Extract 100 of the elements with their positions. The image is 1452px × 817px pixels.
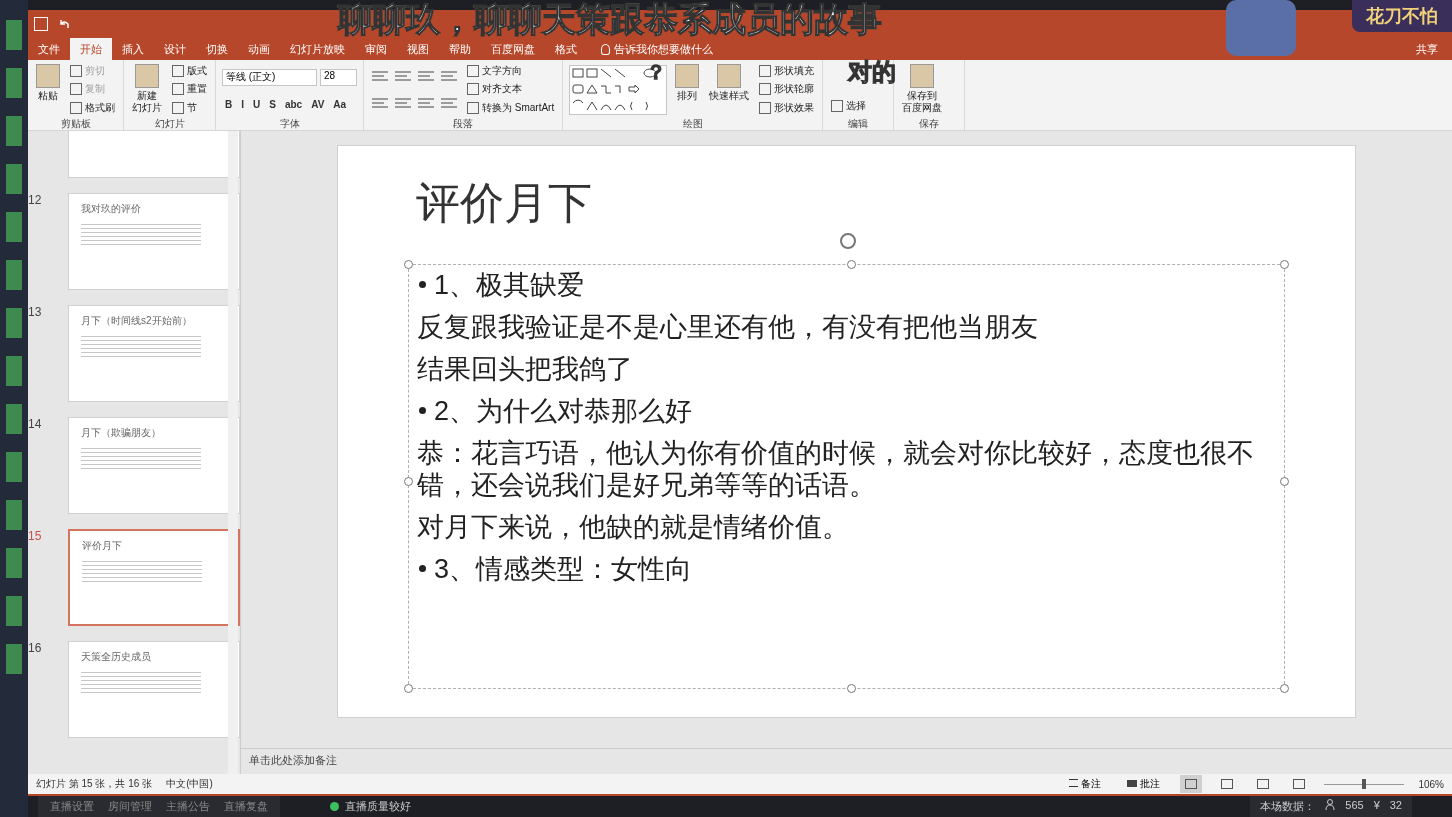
ribbon-button[interactable]: 形状效果 [757,100,817,115]
viewer-count: 565 [1345,799,1364,813]
ribbon-tab[interactable]: 切换 [196,38,238,60]
ribbon-button[interactable]: 选择 [829,99,869,113]
ribbon-large-button[interactable]: 快速样式 [707,62,752,117]
slide-info: 幻灯片 第 15 张，共 16 张 [36,777,153,791]
slide-number: 14 [28,417,43,433]
coin-count: 32 [1389,799,1402,813]
scrollbar[interactable] [228,131,238,774]
slide-thumbnail[interactable]: 月下（欺骗朋友） [68,417,240,514]
comments-button[interactable]: 批注 [1121,776,1167,792]
ribbon-large-button[interactable]: 新建 幻灯片 [130,62,164,117]
slide-number: 12 [28,193,43,209]
subtitle-caption: 对的 [848,58,896,86]
undo-icon[interactable] [58,18,70,30]
ribbon-large-button[interactable]: 保存到 百度网盘 [900,62,945,117]
ribbon-tab[interactable]: 格式 [545,38,587,60]
person-icon [1325,799,1336,810]
notes-button[interactable]: 备注 [1063,776,1108,792]
ribbon-button[interactable]: 对齐文本 [465,82,557,97]
thumbnail-title: 月下（时间线s2开始前） [81,314,193,328]
ribbon-button[interactable]: 版式 [170,64,209,79]
language-indicator[interactable]: 中文(中国) [166,777,213,791]
status-dot-icon [330,802,339,811]
format-button[interactable]: U [250,99,264,111]
photo-placeholder [1226,0,1296,56]
resize-handle[interactable] [404,684,413,693]
tell-me-search[interactable]: 告诉我你想要做什么 [614,41,713,57]
slide-number: 16 [28,641,43,657]
zoom-level[interactable]: 106% [1418,778,1444,790]
thumbnail-title: 评价月下 [82,539,123,553]
coin-symbol: ¥ [1373,799,1380,813]
group-title: 编辑 [847,117,870,130]
stream-menu-item[interactable]: 主播公告 [166,799,210,814]
resize-handle[interactable] [846,684,856,693]
stats-label: 本场数据： [1260,799,1316,814]
paragraph: 对月下来说，他缺的就是情绪价值。 [417,511,850,543]
share-button[interactable]: 共享 [1416,41,1438,57]
ribbon-tab[interactable]: 动画 [238,38,280,60]
format-button[interactable]: abc [281,99,306,111]
ribbon-tab[interactable]: 视图 [397,38,439,60]
slide-thumbnail[interactable]: 月下（时间线s2开始前） [68,305,240,402]
group-title: 段落 [452,117,475,130]
paragraph: 恭：花言巧语，他认为你有价值的时候，就会对你比较好，态度也很不错，还会说我们是好兄弟等等的话语。 [417,437,1255,501]
format-button[interactable]: AV [308,99,328,111]
ribbon-button[interactable]: 重置 [170,82,209,97]
ribbon-tab[interactable]: 设计 [154,38,196,60]
format-button[interactable]: I [238,99,247,111]
resize-handle[interactable] [1280,476,1289,486]
slide-thumbnail[interactable]: 天策全历史成员 [68,641,240,738]
group-title: 保存 [918,117,941,130]
ribbon-tab[interactable]: 审阅 [355,38,397,60]
group-title: 剪贴板 [59,117,92,130]
slide-number: 15 [28,529,43,545]
format-button[interactable]: B [222,99,236,111]
resize-handle[interactable] [404,260,413,269]
resize-handle[interactable] [404,476,413,486]
format-button[interactable]: S [266,99,279,111]
ribbon-button[interactable]: 节 [170,100,209,115]
ribbon-button[interactable]: 文字方向 [465,64,557,79]
thumbnail-title: 我对玖的评价 [81,202,142,216]
resize-handle[interactable] [846,260,856,269]
paragraph: 反复跟我验证是不是心里还有他，有没有把他当朋友 [417,311,1039,343]
group-title: 绘图 [681,117,704,130]
ribbon-button[interactable]: 格式刷 [68,100,117,115]
rotate-handle[interactable] [839,233,856,249]
resize-handle[interactable] [1280,684,1289,693]
subtitle-caption: 聊聊玖，聊聊天策跟恭系成员的故事 [338,0,882,38]
slide-title[interactable]: 评价月下 [416,174,1285,234]
save-icon[interactable] [34,17,48,31]
font-size-field[interactable]: 28 [320,68,357,86]
slide-number: 13 [28,305,43,321]
stream-quality: 直播质量较好 [345,799,411,814]
ribbon-large-button[interactable]: 排列 [673,62,702,117]
ribbon-tab[interactable]: 开始 [70,38,112,60]
ribbon-tab[interactable]: 帮助 [439,38,481,60]
bullet-item: 1、极其缺爱 [417,269,1276,301]
group-title: 字体 [278,117,301,130]
font-name-field[interactable]: 等线 (正文) [222,68,317,86]
ribbon-tab[interactable]: 幻灯片放映 [280,38,355,60]
subtitle-mark: ？ [646,60,666,84]
ribbon-large-button[interactable]: 粘贴 [34,62,62,117]
format-button[interactable]: Aa [330,99,350,111]
view-button[interactable] [1180,775,1203,793]
slide-thumbnail[interactable]: 评价月下 [68,529,240,626]
ribbon-button[interactable]: 转换为 SmartArt [465,100,557,115]
ribbon-tab[interactable]: 文件 [28,38,70,60]
bullet-item: 2、为什么对恭那么好 [417,395,1276,427]
ribbon-tab[interactable]: 插入 [112,38,154,60]
ribbon-tab[interactable]: 百度网盘 [481,38,545,60]
ribbon-button[interactable]: 形状填充 [757,64,817,79]
resize-handle[interactable] [1280,260,1289,269]
ribbon-button[interactable]: 形状轮廓 [757,82,817,97]
group-title: 幻灯片 [153,117,186,130]
stream-menu-item[interactable]: 直播设置 [50,799,94,814]
shape-gallery[interactable] [569,65,668,115]
stream-menu-item[interactable]: 直播复盘 [224,799,268,814]
streamer-badge: 花刀不怕 [1352,0,1452,32]
stream-menu-item[interactable]: 房间管理 [108,799,152,814]
slide-thumbnail[interactable]: 我对玖的评价 [68,193,240,290]
